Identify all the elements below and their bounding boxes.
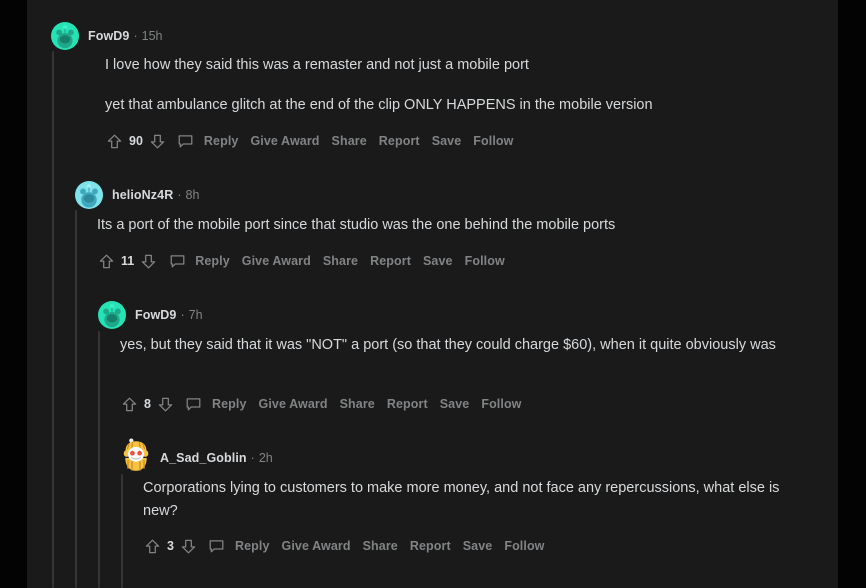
share-button[interactable]: Share bbox=[326, 134, 373, 148]
comment-timestamp[interactable]: 8h bbox=[186, 188, 200, 202]
downvote-arrow-icon[interactable] bbox=[179, 537, 198, 556]
comment-actions: 3 Reply Give Award Share Report Save Fol… bbox=[143, 536, 551, 556]
avatar[interactable] bbox=[75, 181, 103, 209]
comment-thread-panel: FowD9 · 15h I love how they said this wa… bbox=[27, 0, 838, 588]
reply-button[interactable]: Reply bbox=[229, 539, 276, 553]
comment-bubble-icon[interactable] bbox=[184, 394, 204, 414]
comment-timestamp[interactable]: 15h bbox=[142, 29, 163, 43]
vote-score: 3 bbox=[162, 539, 179, 553]
downvote-arrow-icon[interactable] bbox=[139, 252, 158, 271]
follow-button[interactable]: Follow bbox=[498, 539, 550, 553]
give-award-button[interactable]: Give Award bbox=[276, 539, 357, 553]
downvote-arrow-icon[interactable] bbox=[156, 395, 175, 414]
reply-button[interactable]: Reply bbox=[206, 397, 253, 411]
comment-author[interactable]: helioNz4R bbox=[112, 188, 173, 202]
comment-header: FowD9 · 15h bbox=[51, 22, 163, 50]
comment-header: A_Sad_Goblin · 2h bbox=[121, 444, 273, 472]
thread-line-depth-2[interactable] bbox=[98, 331, 100, 588]
comment-header: FowD9 · 7h bbox=[98, 301, 203, 329]
comment-bubble-icon[interactable] bbox=[176, 131, 196, 151]
comment-body: Corporations lying to customers to make … bbox=[143, 477, 808, 523]
save-button[interactable]: Save bbox=[434, 397, 476, 411]
comment-timestamp[interactable]: 2h bbox=[259, 451, 273, 465]
comment-paragraph: Its a port of the mobile port since that… bbox=[97, 214, 797, 237]
share-button[interactable]: Share bbox=[317, 254, 364, 268]
save-button[interactable]: Save bbox=[417, 254, 459, 268]
header-separator: · bbox=[176, 308, 188, 322]
comment-bubble-icon[interactable] bbox=[167, 251, 187, 271]
report-button[interactable]: Report bbox=[404, 539, 457, 553]
comment-body: I love how they said this was a remaster… bbox=[105, 54, 805, 117]
avatar[interactable] bbox=[51, 22, 79, 50]
header-separator: · bbox=[173, 188, 185, 202]
upvote-arrow-icon[interactable] bbox=[105, 132, 124, 151]
avatar[interactable] bbox=[121, 444, 149, 472]
upvote-arrow-icon[interactable] bbox=[97, 252, 116, 271]
upvote-arrow-icon[interactable] bbox=[120, 395, 139, 414]
share-button[interactable]: Share bbox=[334, 397, 381, 411]
follow-button[interactable]: Follow bbox=[459, 254, 511, 268]
thread-line-depth-1[interactable] bbox=[75, 210, 77, 588]
report-button[interactable]: Report bbox=[373, 134, 426, 148]
save-button[interactable]: Save bbox=[426, 134, 468, 148]
reply-button[interactable]: Reply bbox=[189, 254, 236, 268]
comment-body: Its a port of the mobile port since that… bbox=[97, 214, 797, 237]
save-button[interactable]: Save bbox=[457, 539, 499, 553]
follow-button[interactable]: Follow bbox=[475, 397, 527, 411]
give-award-button[interactable]: Give Award bbox=[244, 134, 325, 148]
header-separator: · bbox=[247, 451, 259, 465]
downvote-arrow-icon[interactable] bbox=[148, 132, 167, 151]
comment-paragraph: I love how they said this was a remaster… bbox=[105, 54, 805, 77]
comment-header: helioNz4R · 8h bbox=[75, 181, 199, 209]
reply-button[interactable]: Reply bbox=[198, 134, 245, 148]
thread-line-depth-3[interactable] bbox=[121, 474, 123, 588]
avatar[interactable] bbox=[98, 301, 126, 329]
report-button[interactable]: Report bbox=[381, 397, 434, 411]
header-separator: · bbox=[129, 29, 141, 43]
share-button[interactable]: Share bbox=[357, 539, 404, 553]
vote-score: 90 bbox=[124, 134, 148, 148]
comment-author[interactable]: A_Sad_Goblin bbox=[160, 451, 247, 465]
follow-button[interactable]: Follow bbox=[467, 134, 519, 148]
comment-paragraph: Corporations lying to customers to make … bbox=[143, 477, 808, 523]
give-award-button[interactable]: Give Award bbox=[253, 397, 334, 411]
comment-actions: 8 Reply Give Award Share Report Save Fol… bbox=[120, 394, 528, 414]
comment-timestamp[interactable]: 7h bbox=[189, 308, 203, 322]
thread-line-depth-0[interactable] bbox=[52, 51, 54, 588]
comment-body: yes, but they said that it was "NOT" a p… bbox=[120, 334, 790, 357]
give-award-button[interactable]: Give Award bbox=[236, 254, 317, 268]
comment-author[interactable]: FowD9 bbox=[135, 308, 176, 322]
comment-paragraph: yes, but they said that it was "NOT" a p… bbox=[120, 334, 790, 357]
report-button[interactable]: Report bbox=[364, 254, 417, 268]
vote-score: 11 bbox=[116, 254, 139, 268]
comment-actions: 90 Reply Give Award Share Report Save Fo… bbox=[105, 131, 519, 151]
upvote-arrow-icon[interactable] bbox=[143, 537, 162, 556]
comment-author[interactable]: FowD9 bbox=[88, 29, 129, 43]
comment-actions: 11 Reply Give Award Share Report Save Fo… bbox=[97, 251, 511, 271]
vote-score: 8 bbox=[139, 397, 156, 411]
comment-paragraph: yet that ambulance glitch at the end of … bbox=[105, 94, 805, 117]
comment-bubble-icon[interactable] bbox=[207, 536, 227, 556]
